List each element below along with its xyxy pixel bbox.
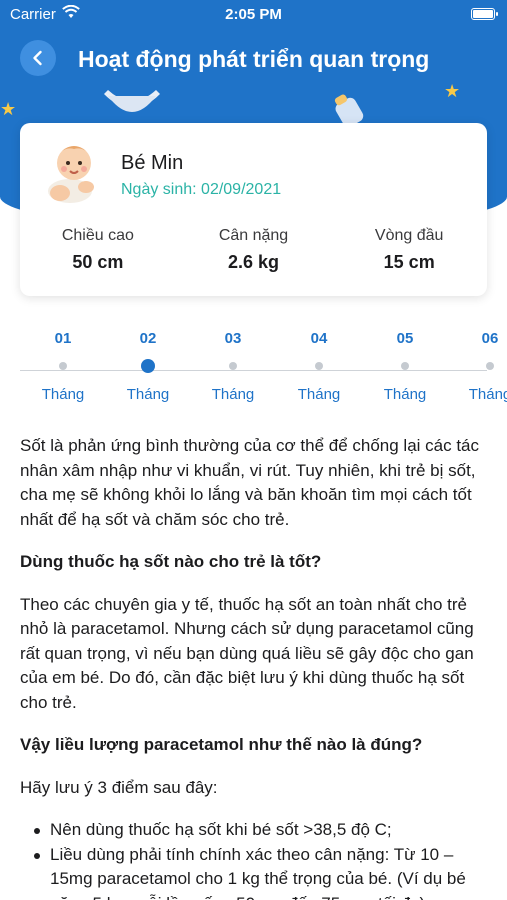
baby-avatar <box>48 146 94 203</box>
article-paragraph: Theo các chuyên gia y tế, thuốc hạ sốt a… <box>20 594 474 712</box>
month-label: Tháng <box>468 386 507 403</box>
month-label: Tháng <box>211 386 255 403</box>
stat-head-circumference: Vòng đầu 15 cm <box>331 227 487 273</box>
month-dot <box>59 362 67 370</box>
chevron-left-icon <box>33 50 42 66</box>
clock: 2:05 PM <box>225 6 282 23</box>
month-number: 06 <box>481 330 499 347</box>
back-button[interactable] <box>20 40 56 76</box>
baby-name: Bé Min <box>121 152 184 174</box>
month-number: 05 <box>396 330 414 347</box>
month-number: 04 <box>310 330 328 347</box>
star-decoration: ★ <box>444 81 461 101</box>
month-dot <box>401 362 409 370</box>
stat-label: Cân nặng <box>218 227 289 244</box>
month-dot-selected <box>141 359 155 373</box>
month-item-06[interactable]: 06 Tháng <box>455 330 507 403</box>
article-paragraph: Hãy lưu ý 3 điểm sau đây: <box>20 777 218 797</box>
article-intro: Sốt là phản ứng bình thường của cơ thể đ… <box>20 436 480 529</box>
status-bar: Carrier 2:05 PM <box>0 0 507 30</box>
month-item-05[interactable]: 05 Tháng <box>370 330 440 403</box>
bib-decoration <box>104 90 160 112</box>
month-item-02[interactable]: 02 Tháng <box>113 330 183 403</box>
month-item-01[interactable]: 01 Tháng <box>28 330 98 403</box>
baby-dob: Ngày sinh: 02/09/2021 <box>121 181 282 198</box>
stat-label: Vòng đầu <box>374 227 444 244</box>
month-label: Tháng <box>383 386 427 403</box>
stat-value: 15 cm <box>383 252 435 272</box>
month-label: Tháng <box>41 386 85 403</box>
month-number: 03 <box>224 330 242 347</box>
article-bullet-list: Nên dùng thuốc hạ sốt khi bé sốt >38,5 đ… <box>20 818 487 900</box>
month-item-04[interactable]: 04 Tháng <box>284 330 354 403</box>
stat-value: 2.6 kg <box>227 252 280 272</box>
list-item: Nên dùng thuốc hạ sốt khi bé sốt >38,5 đ… <box>20 818 487 843</box>
month-label: Tháng <box>126 386 170 403</box>
article-heading: Vậy liều lượng paracetamol như thế nào l… <box>20 735 423 754</box>
baby-profile-card: Bé Min Ngày sinh: 02/09/2021 Chiều cao 5… <box>20 123 487 296</box>
month-dot <box>315 362 323 370</box>
stat-height: Chiều cao 50 cm <box>20 227 176 273</box>
month-number: 02 <box>139 330 157 347</box>
month-timeline[interactable]: 01 Tháng 02 Tháng 03 Tháng 04 Tháng 05 T… <box>0 330 507 414</box>
list-item: Liều dùng phải tính chính xác theo cân n… <box>20 843 487 900</box>
month-label: Tháng <box>297 386 341 403</box>
stat-value: 50 cm <box>72 252 124 272</box>
battery-icon <box>471 8 498 20</box>
month-dot <box>229 362 237 370</box>
stat-weight: Cân nặng 2.6 kg <box>176 227 332 273</box>
page-title: Hoạt động phát triển quan trọng <box>78 46 430 72</box>
article-heading: Dùng thuốc hạ sốt nào cho trẻ là tốt? <box>20 552 322 571</box>
month-item-03[interactable]: 03 Tháng <box>198 330 268 403</box>
article-body: Sốt là phản ứng bình thường của cơ thể đ… <box>20 434 487 900</box>
stat-label: Chiều cao <box>61 227 134 244</box>
month-dot <box>486 362 494 370</box>
month-number: 01 <box>54 330 72 347</box>
stats-row: Chiều cao 50 cm Cân nặng 2.6 kg Vòng đầu… <box>20 227 487 273</box>
star-decoration: ★ <box>0 99 17 119</box>
